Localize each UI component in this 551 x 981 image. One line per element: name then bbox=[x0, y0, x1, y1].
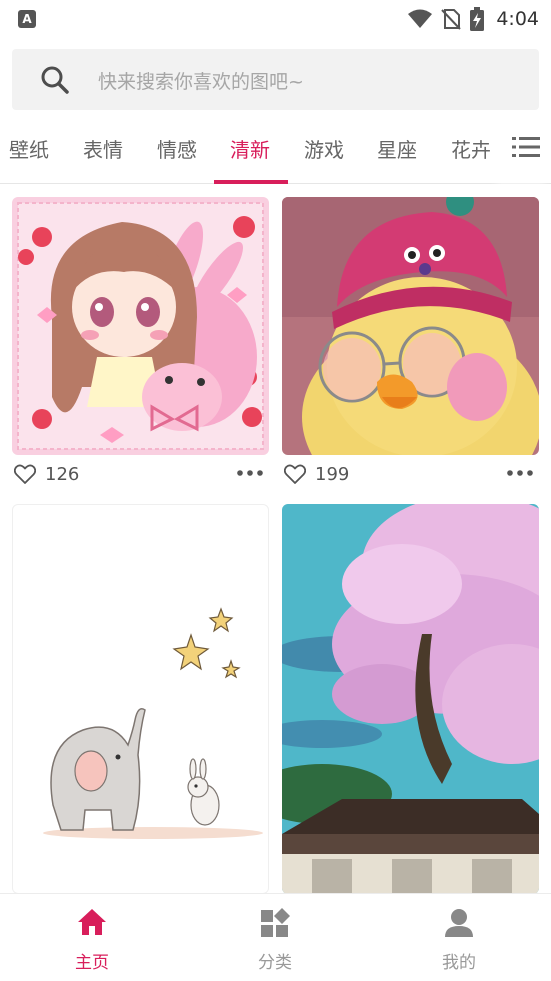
elephant-bunny-illustration bbox=[43, 607, 263, 839]
category-icon[interactable] bbox=[260, 908, 290, 938]
card-like[interactable]: 126 bbox=[14, 461, 79, 487]
nav-home[interactable]: 主页 bbox=[32, 894, 152, 981]
home-icon[interactable] bbox=[77, 908, 107, 936]
profile-icon[interactable] bbox=[444, 908, 474, 938]
search-input[interactable]: 快来搜索你喜欢的图吧~ bbox=[98, 67, 304, 94]
tabs-menu-button[interactable] bbox=[502, 124, 551, 183]
like-count: 126 bbox=[45, 463, 80, 485]
bottom-navigation: 主页 分类 我的 bbox=[0, 893, 551, 981]
heart-icon[interactable] bbox=[284, 464, 306, 484]
wallpaper-image-elephant[interactable] bbox=[12, 504, 269, 894]
list-menu-icon[interactable] bbox=[512, 136, 540, 158]
heart-icon[interactable] bbox=[14, 464, 36, 484]
nav-profile-label: 我的 bbox=[442, 953, 476, 973]
nav-profile[interactable]: 我的 bbox=[399, 894, 519, 981]
tab-zodiac[interactable]: 星座 bbox=[377, 134, 417, 163]
nav-category[interactable]: 分类 bbox=[215, 894, 335, 981]
tab-emoji[interactable]: 表情 bbox=[83, 134, 123, 163]
tab-fresh[interactable]: 清新 bbox=[230, 134, 270, 163]
cherry-blossom-illustration bbox=[282, 504, 539, 894]
status-bar: A 4:04 bbox=[0, 0, 551, 38]
card-like[interactable]: 199 bbox=[284, 461, 349, 487]
wifi-icon bbox=[408, 9, 433, 28]
more-options-icon[interactable] bbox=[237, 470, 263, 476]
anime-girl-illustration bbox=[12, 197, 269, 455]
active-tab-indicator bbox=[214, 180, 288, 184]
wallpaper-image-duck[interactable] bbox=[282, 197, 539, 455]
wallpaper-image-cherry-blossom[interactable] bbox=[282, 504, 539, 894]
tab-games[interactable]: 游戏 bbox=[304, 134, 344, 163]
category-tabs: 壁纸 表情 情感 清新 游戏 星座 花卉 bbox=[0, 124, 551, 184]
tab-flowers[interactable]: 花卉 bbox=[451, 134, 491, 163]
like-count: 199 bbox=[315, 463, 350, 485]
search-icon[interactable] bbox=[40, 65, 70, 95]
app-notification-icon: A bbox=[18, 10, 36, 28]
duck-in-hat-photo bbox=[282, 197, 539, 455]
more-options-icon[interactable] bbox=[507, 470, 533, 476]
search-bar[interactable]: 快来搜索你喜欢的图吧~ bbox=[12, 49, 539, 110]
status-icons: 4:04 bbox=[408, 6, 539, 32]
wallpaper-image-anime-girl[interactable] bbox=[12, 197, 269, 455]
battery-charging-icon bbox=[470, 7, 485, 31]
nav-home-label: 主页 bbox=[75, 953, 109, 973]
clock: 4:04 bbox=[496, 8, 539, 30]
nav-category-label: 分类 bbox=[258, 953, 292, 973]
tab-wallpaper[interactable]: 壁纸 bbox=[9, 134, 49, 163]
tab-emotion[interactable]: 情感 bbox=[157, 134, 197, 163]
no-sim-icon bbox=[441, 9, 462, 30]
